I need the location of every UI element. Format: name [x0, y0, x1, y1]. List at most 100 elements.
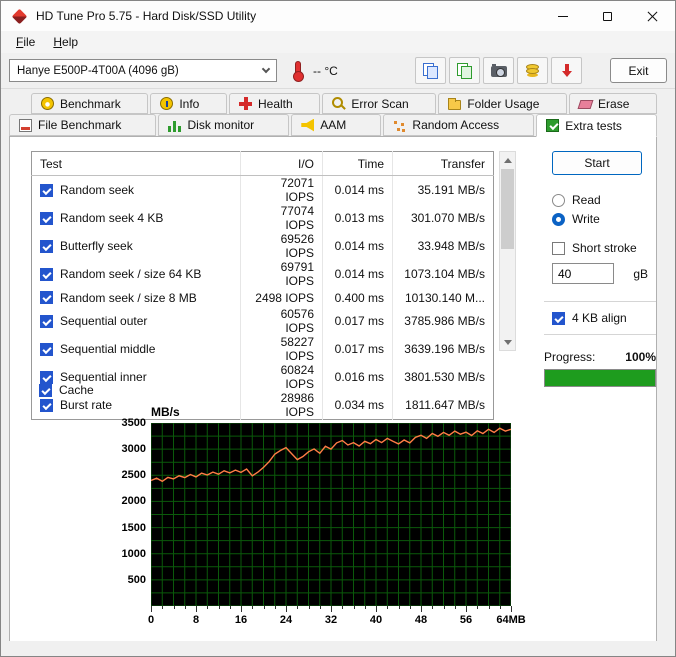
tab-disk-monitor[interactable]: Disk monitor	[158, 114, 289, 136]
row-checkbox[interactable]	[40, 371, 53, 384]
cache-checkbox[interactable]	[39, 384, 52, 397]
io-value: 28986 IOPS	[241, 391, 323, 420]
x-axis-tick	[511, 606, 512, 612]
progress-bar	[544, 369, 656, 387]
download-icon	[560, 64, 574, 78]
table-row[interactable]: Butterfly seek69526 IOPS0.014 ms33.948 M…	[32, 232, 494, 260]
tab-folder-usage[interactable]: Folder Usage	[438, 93, 567, 114]
screenshot-button[interactable]	[483, 57, 514, 84]
row-checkbox[interactable]	[40, 212, 53, 225]
row-checkbox[interactable]	[40, 291, 53, 304]
short-stroke-option[interactable]: Short stroke	[552, 241, 637, 255]
short-stroke-checkbox[interactable]	[552, 242, 565, 255]
aam-icon	[301, 119, 314, 132]
table-row[interactable]: Random seek72071 IOPS0.014 ms35.191 MB/s	[32, 176, 494, 205]
x-axis-tick	[421, 606, 422, 612]
write-radio[interactable]	[552, 213, 565, 226]
tab-row-1: BenchmarkInfoHealth Error Scan Folder Usag…	[9, 93, 657, 114]
x-axis-label: 16	[235, 614, 247, 626]
col-header-test: Test	[32, 152, 241, 176]
window-maximize-button[interactable]	[585, 1, 630, 31]
window-title: HD Tune Pro 5.75 - Hard Disk/SSD Utility	[36, 9, 256, 23]
time-value: 0.017 ms	[323, 335, 393, 363]
x-axis-tick	[162, 606, 163, 609]
table-row[interactable]: Sequential middle58227 IOPS0.017 ms3639.…	[32, 335, 494, 363]
test-name: Sequential middle	[60, 342, 155, 356]
x-axis-tick	[410, 606, 411, 609]
extra-tests-panel: Test I/O Time Transfer Random seek72071 …	[9, 136, 657, 642]
tab-aam[interactable]: AAM	[291, 114, 381, 136]
export-button[interactable]	[551, 57, 582, 84]
short-stroke-size-input[interactable]	[552, 263, 614, 284]
read-option[interactable]: Read	[552, 193, 601, 207]
tab-health[interactable]: Health	[229, 93, 320, 114]
read-radio[interactable]	[552, 194, 565, 207]
tab-extra-tests[interactable]: Extra tests	[536, 114, 657, 137]
tab-random-access[interactable]: Random Access	[383, 114, 534, 136]
scroll-up-button[interactable]	[500, 152, 515, 168]
table-row[interactable]: Sequential outer60576 IOPS0.017 ms3785.9…	[32, 307, 494, 335]
row-checkbox[interactable]	[40, 315, 53, 328]
copy-info-button[interactable]	[449, 57, 480, 84]
save-results-button[interactable]	[517, 57, 548, 84]
row-checkbox[interactable]	[40, 343, 53, 356]
x-axis-tick	[455, 606, 456, 609]
time-value: 0.017 ms	[323, 307, 393, 335]
row-checkbox[interactable]	[40, 184, 53, 197]
x-axis-tick	[354, 606, 355, 609]
scrollbar-thumb[interactable]	[501, 169, 514, 249]
menu-help[interactable]: Help	[44, 33, 87, 51]
table-row[interactable]: Sequential inner60824 IOPS0.016 ms3801.5…	[32, 363, 494, 391]
window-close-button[interactable]	[630, 1, 675, 31]
x-axis-label: 56	[460, 614, 472, 626]
x-axis-tick	[477, 606, 478, 609]
align-option[interactable]: 4 KB align	[552, 311, 627, 325]
align-checkbox[interactable]	[552, 312, 565, 325]
chart-canvas	[151, 423, 511, 606]
titlebar: HD Tune Pro 5.75 - Hard Disk/SSD Utility	[1, 1, 675, 31]
tab-error-scan[interactable]: Error Scan	[322, 93, 436, 114]
scroll-down-button[interactable]	[500, 334, 515, 350]
window-minimize-button[interactable]	[540, 1, 585, 31]
tab-erase[interactable]: Erase	[569, 93, 657, 114]
col-header-io: I/O	[241, 152, 323, 176]
menu-file[interactable]: File	[7, 33, 44, 51]
chart-x-axis: 0816243240485664MB	[151, 614, 511, 628]
x-axis-label: 32	[325, 614, 337, 626]
row-checkbox[interactable]	[40, 240, 53, 253]
time-value: 0.014 ms	[323, 260, 393, 288]
table-row[interactable]: Random seek / size 8 MB2498 IOPS0.400 ms…	[32, 288, 494, 307]
table-row[interactable]: Random seek 4 KB77074 IOPS0.013 ms301.07…	[32, 204, 494, 232]
separator	[544, 301, 656, 302]
x-axis-tick	[331, 606, 332, 612]
cache-option[interactable]: Cache	[39, 383, 94, 397]
io-value: 72071 IOPS	[241, 176, 323, 205]
tab-label: Extra tests	[565, 119, 622, 133]
x-axis-tick	[252, 606, 253, 609]
x-axis-tick	[320, 606, 321, 609]
exit-button[interactable]: Exit	[610, 58, 667, 83]
copy-text-button[interactable]	[415, 57, 446, 84]
tab-label: Error Scan	[351, 97, 408, 111]
x-axis-label: 48	[415, 614, 427, 626]
row-checkbox[interactable]	[40, 268, 53, 281]
table-row[interactable]: Burst rate28986 IOPS0.034 ms1811.647 MB/…	[32, 391, 494, 420]
start-button[interactable]: Start	[552, 151, 642, 175]
tab-benchmark[interactable]: Benchmark	[31, 93, 148, 114]
thermometer-icon	[291, 60, 304, 82]
io-value: 69526 IOPS	[241, 232, 323, 260]
tab-file-benchmark[interactable]: File Benchmark	[9, 114, 156, 136]
table-row[interactable]: Random seek / size 64 KB69791 IOPS0.014 …	[32, 260, 494, 288]
results-scrollbar[interactable]	[499, 151, 516, 351]
drive-select[interactable]: Hanye E500P-4T00A (4096 gB)	[9, 59, 277, 82]
tab-info[interactable]: Info	[150, 93, 227, 114]
drive-select-value: Hanye E500P-4T00A (4096 gB)	[17, 65, 179, 77]
cache-label: Cache	[59, 383, 94, 397]
camera-icon	[491, 66, 507, 77]
time-value: 0.400 ms	[323, 288, 393, 307]
arrow-up-icon	[504, 158, 512, 163]
x-axis-tick	[241, 606, 242, 612]
write-option[interactable]: Write	[552, 212, 600, 226]
write-label: Write	[572, 212, 600, 226]
row-checkbox[interactable]	[40, 399, 53, 412]
